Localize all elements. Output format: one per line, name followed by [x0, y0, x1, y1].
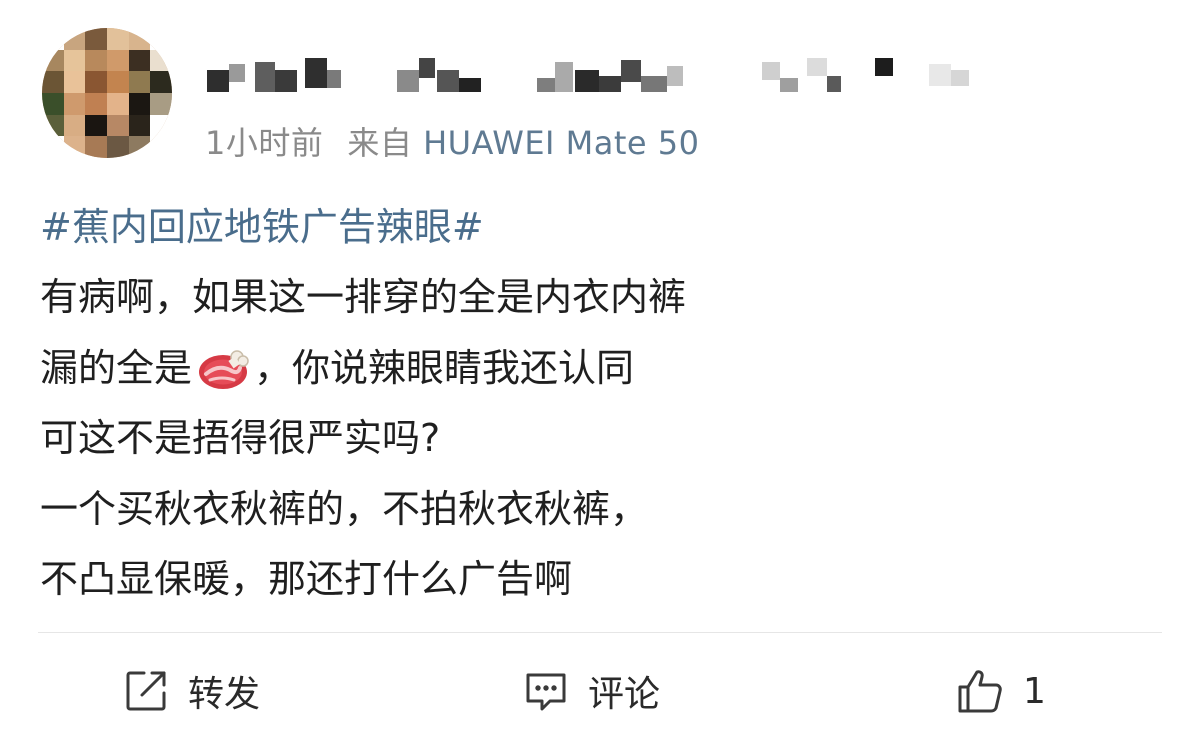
username-pixel — [255, 62, 275, 92]
username-pixel — [207, 70, 229, 92]
post-content: #蕉内回应地铁广告辣眼# 有病啊，如果这一排穿的全是内衣内裤 漏的全是 ，你说辣… — [40, 192, 1160, 615]
source-prefix: 来自 — [347, 124, 413, 162]
post-timestamp: 1小时前 — [205, 124, 324, 162]
username-pixel — [419, 58, 435, 78]
avatar[interactable] — [42, 28, 172, 158]
post-text-line-3: 可这不是捂得很严实吗? — [40, 416, 441, 460]
meat-on-bone-icon — [196, 344, 250, 389]
username-pixel — [827, 76, 841, 92]
repost-label: 转发 — [188, 674, 261, 715]
thumbs-up-icon — [955, 666, 1005, 716]
username-pixel — [537, 78, 555, 92]
like-count: 1 — [1023, 670, 1046, 712]
post-text-line-5: 不凸显保暖，那还打什么广告啊 — [40, 557, 573, 601]
username-blurred[interactable] — [207, 56, 1007, 96]
username-pixel — [305, 58, 327, 88]
username-pixel — [621, 60, 641, 82]
comment-label: 评论 — [588, 674, 661, 715]
hashtag-link[interactable]: #蕉内回应地铁广告辣眼# — [40, 192, 1160, 262]
comment-icon — [522, 667, 570, 715]
username-pixel — [762, 62, 780, 80]
divider — [38, 632, 1162, 633]
action-bar: 转发 评论 1 — [0, 655, 1200, 727]
username-pixel — [807, 58, 827, 76]
post-text-line-2: 漏的全是 ，你说辣眼睛我还认同 — [40, 333, 1160, 404]
username-pixel — [667, 66, 683, 86]
post-meta: 1小时前 来自 HUAWEI Mate 50 — [205, 118, 700, 164]
username-pixel — [780, 78, 798, 92]
post-text-line-4: 一个买秋衣秋裤的，不拍秋衣秋裤， — [40, 486, 649, 531]
repost-button[interactable]: 转发 — [122, 655, 260, 727]
repost-icon — [122, 667, 170, 715]
username-pixel — [437, 70, 459, 92]
username-pixel — [275, 70, 297, 92]
username-pixel — [875, 58, 893, 76]
source-device[interactable]: HUAWEI Mate 50 — [423, 124, 699, 162]
username-pixel — [641, 76, 667, 92]
username-pixel — [951, 70, 969, 86]
post-text-line-1: 有病啊，如果这一排穿的全是内衣内裤 — [40, 275, 687, 319]
username-pixel — [229, 64, 245, 82]
username-pixel — [327, 70, 341, 88]
comment-button[interactable]: 评论 — [522, 655, 660, 727]
username-pixel — [599, 76, 621, 92]
username-pixel — [575, 70, 599, 92]
like-button[interactable]: 1 — [955, 655, 1046, 727]
username-pixel — [459, 78, 481, 92]
post-text-line-2-start: 漏的全是 — [40, 345, 193, 390]
username-pixel — [397, 70, 419, 92]
username-pixel — [929, 64, 951, 86]
post-text-line-2-end: ，你说辣眼睛我还认同 — [254, 345, 635, 390]
username-pixel — [555, 62, 573, 92]
post-header: 1小时前 来自 HUAWEI Mate 50 — [42, 28, 1162, 168]
